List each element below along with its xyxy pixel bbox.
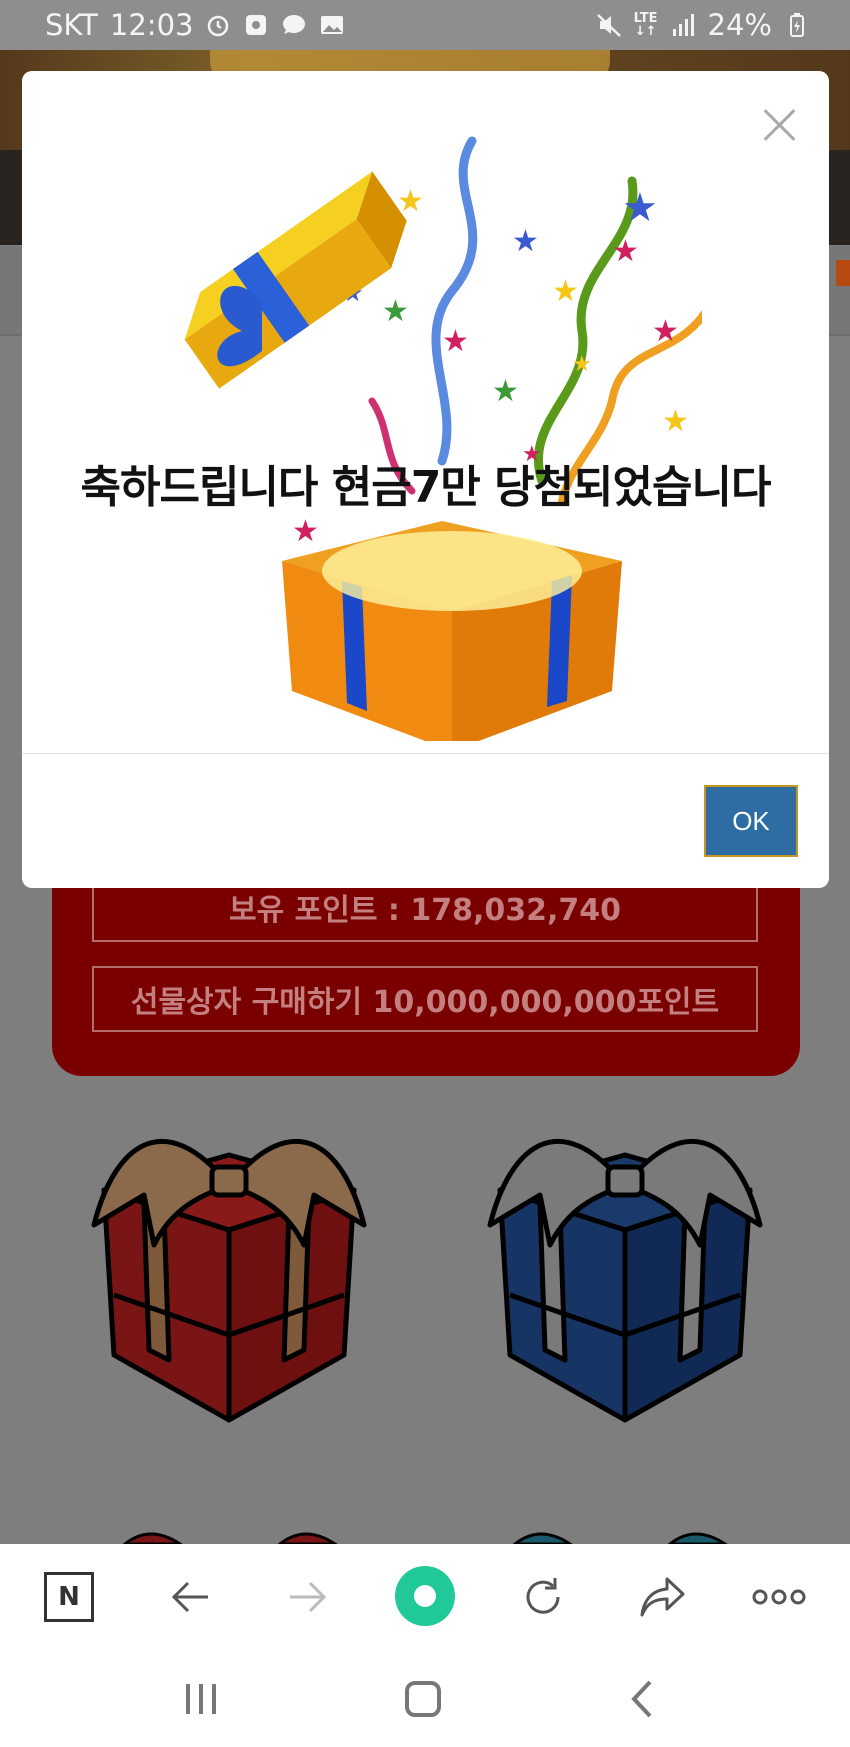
dialog-divider (22, 753, 829, 754)
svg-text:★: ★ (492, 374, 519, 409)
buy-gift-box-button[interactable]: 선물상자 구매하기 10,000,000,000포인트 (92, 966, 758, 1032)
alarm-icon (208, 15, 229, 37)
carrier-label: SKT (45, 8, 98, 42)
svg-text:★: ★ (292, 514, 319, 549)
back-arrow-icon[interactable] (163, 1570, 217, 1624)
mute-icon (596, 14, 621, 37)
ok-button[interactable]: OK (704, 785, 798, 857)
chat-icon (283, 15, 306, 34)
close-icon[interactable] (761, 107, 797, 143)
svg-text:★: ★ (612, 234, 639, 269)
svg-text:★: ★ (622, 185, 658, 231)
svg-text:★: ★ (382, 294, 409, 329)
naver-home-icon[interactable]: N (44, 1572, 94, 1622)
open-gift-box-illustration: ★ ★ ★ ★ ★ ★ ★ ★ ★ ★ ★ ★ ★ ★ (184, 136, 702, 741)
gallery-icon (321, 16, 344, 34)
prize-message: 축하드립니다 현금7만 당첨되었습니다 (80, 462, 772, 513)
svg-text:★: ★ (442, 324, 469, 359)
svg-text:★: ★ (552, 274, 579, 309)
prize-dialog: ★ ★ ★ ★ ★ ★ ★ ★ ★ ★ ★ ★ ★ ★ (22, 71, 829, 888)
app-icon (246, 15, 267, 35)
battery-label: 24% (707, 8, 772, 42)
share-icon[interactable] (636, 1570, 690, 1624)
points-panel: 보유 포인트 : 178,032,740 선물상자 구매하기 10,000,00… (52, 860, 800, 1076)
forward-arrow-icon[interactable] (281, 1570, 335, 1624)
battery-charging-icon (790, 13, 804, 37)
red-gift-box-icon[interactable] (84, 1115, 374, 1425)
system-nav-bar (0, 1650, 850, 1747)
status-bar: SKT 12:03 LTE ↓↑ 24% (0, 0, 850, 50)
green-dot-icon[interactable] (395, 1566, 455, 1626)
svg-text:★: ★ (652, 314, 679, 349)
home-icon[interactable] (398, 1678, 448, 1720)
recent-apps-icon[interactable] (176, 1678, 226, 1720)
svg-text:★: ★ (512, 224, 539, 259)
browser-toolbar: N (0, 1544, 850, 1650)
blue-gift-box-partial-icon (512, 1532, 728, 1544)
red-gift-box-partial-icon (122, 1532, 338, 1544)
refresh-icon[interactable] (516, 1570, 570, 1624)
svg-text:★: ★ (662, 404, 689, 439)
svg-text:★: ★ (572, 352, 592, 377)
page-tag (836, 260, 850, 286)
network-label: LTE ↓↑ (633, 11, 658, 39)
more-icon[interactable] (752, 1570, 806, 1624)
time-label: 12:03 (109, 8, 194, 42)
back-icon[interactable] (618, 1678, 668, 1720)
blue-gift-box-icon[interactable] (480, 1115, 770, 1425)
signal-icon (672, 14, 694, 36)
